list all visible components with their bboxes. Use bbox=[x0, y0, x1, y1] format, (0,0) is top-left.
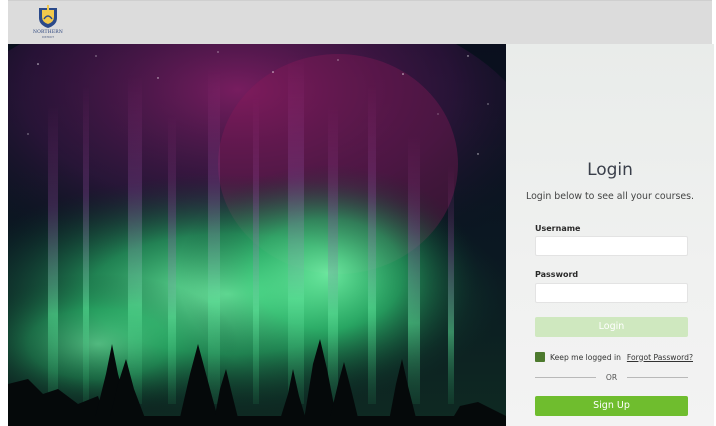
school-district-logo-icon bbox=[39, 5, 57, 28]
or-divider: OR bbox=[535, 371, 689, 383]
forgot-password-link[interactable]: Forgot Password? bbox=[627, 353, 693, 362]
remember-row: Keep me logged in Forgot Password? bbox=[535, 351, 693, 363]
top-bar: NORTHERN DISTRICT bbox=[8, 0, 712, 44]
username-label: Username bbox=[535, 224, 581, 233]
aurora-hero-image bbox=[8, 44, 506, 426]
keep-logged-in-checkbox[interactable] bbox=[535, 352, 545, 362]
or-text: OR bbox=[605, 372, 618, 382]
logo-subtext: DISTRICT bbox=[42, 36, 54, 39]
divider-line-left bbox=[535, 376, 596, 378]
login-panel: Login Login below to see all your course… bbox=[506, 44, 714, 426]
login-button[interactable]: Login bbox=[535, 317, 688, 337]
keep-logged-in-label: Keep me logged in bbox=[550, 352, 621, 362]
signup-button[interactable]: Sign Up bbox=[535, 396, 688, 416]
divider-line-right bbox=[627, 376, 689, 378]
password-label: Password bbox=[535, 270, 579, 279]
school-logo[interactable]: NORTHERN DISTRICT bbox=[30, 4, 66, 42]
password-input[interactable] bbox=[535, 283, 688, 303]
login-subtitle: Login below to see all your courses. bbox=[526, 191, 694, 202]
username-input[interactable] bbox=[535, 236, 688, 256]
login-title: Login bbox=[587, 160, 633, 180]
logo-text: NORTHERN bbox=[32, 30, 64, 35]
